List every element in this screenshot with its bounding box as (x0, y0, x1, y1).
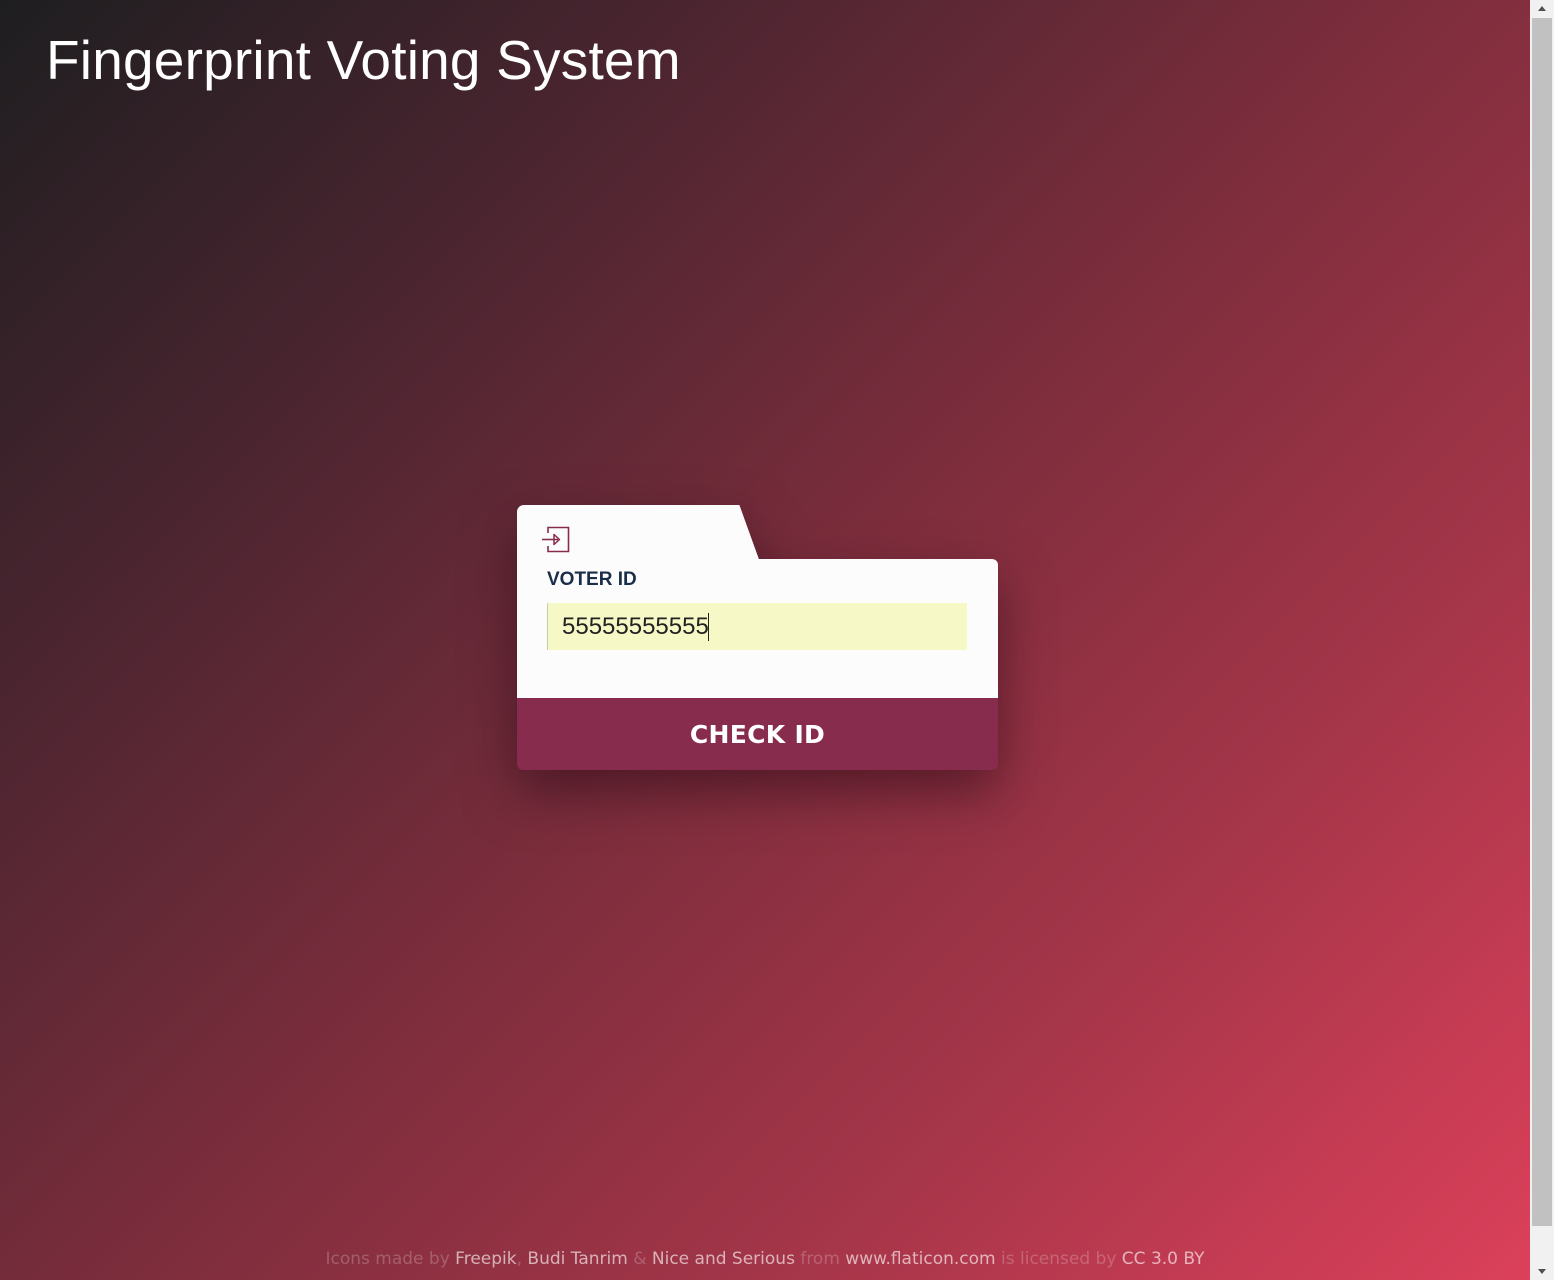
footer-link-nice-and-serious[interactable]: Nice and Serious (652, 1249, 795, 1269)
footer-link-budi-tanrim[interactable]: Budi Tanrim (527, 1249, 627, 1269)
scrollbar-thumb[interactable] (1532, 18, 1552, 1226)
footer-text-from: from (800, 1249, 840, 1269)
page-title: Fingerprint Voting System (46, 29, 681, 91)
page-background: Fingerprint Voting System VOTER ID CHECK… (0, 0, 1530, 1280)
voter-id-input[interactable] (547, 603, 967, 650)
text-caret (708, 613, 709, 641)
scroll-down-arrow-icon[interactable] (1530, 1263, 1554, 1280)
vertical-scrollbar[interactable] (1530, 0, 1554, 1280)
footer-comma: , (516, 1249, 523, 1269)
login-card: VOTER ID CHECK ID (517, 505, 998, 770)
attribution-footer: Icons made by Freepik, Budi Tanrim & Nic… (0, 1249, 1530, 1269)
check-id-button[interactable]: CHECK ID (517, 698, 998, 770)
footer-link-freepik[interactable]: Freepik (455, 1249, 516, 1269)
footer-text-licensed-by: is licensed by (1001, 1249, 1117, 1269)
card-tab-slope (713, 505, 761, 565)
footer-link-flaticon[interactable]: www.flaticon.com (845, 1249, 995, 1269)
scroll-up-arrow-icon[interactable] (1530, 0, 1554, 17)
footer-ampersand: & (633, 1249, 647, 1269)
footer-link-license[interactable]: CC 3.0 BY (1122, 1249, 1205, 1269)
footer-text-icons-made-by: Icons made by (325, 1249, 450, 1269)
login-icon (542, 526, 570, 553)
voter-id-label: VOTER ID (547, 569, 637, 590)
